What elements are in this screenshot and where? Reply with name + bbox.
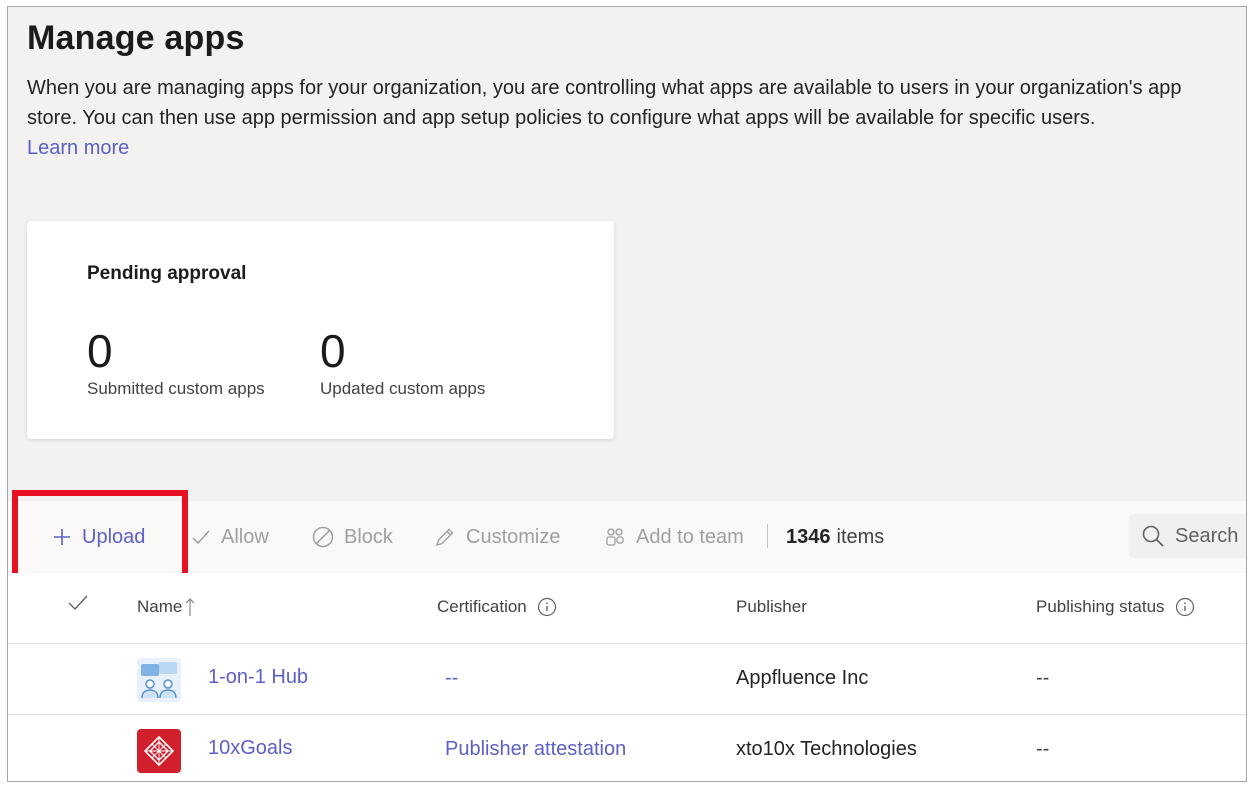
pencil-icon	[435, 528, 454, 547]
pending-approval-card: Pending approval 0 Submitted custom apps…	[27, 221, 614, 439]
table-row[interactable]: 1-on-1 Hub -- Appfluence Inc --	[8, 644, 1246, 715]
sort-ascending-icon	[185, 598, 195, 616]
block-button[interactable]: Block	[312, 520, 393, 554]
toolbar-divider	[767, 524, 768, 548]
manage-apps-page: Manage apps When you are managing apps f…	[7, 6, 1247, 782]
search-icon	[1142, 525, 1164, 547]
column-status-label: Publishing status	[1036, 597, 1165, 616]
column-header-publishing-status[interactable]: Publishing status	[1036, 597, 1195, 617]
app-name-link[interactable]: 1-on-1 Hub	[208, 666, 308, 689]
submitted-label: Submitted custom apps	[87, 379, 265, 398]
select-all-checkbox[interactable]	[68, 595, 88, 611]
info-icon[interactable]	[537, 597, 557, 617]
people-chat-icon	[137, 658, 181, 702]
items-count-number: 1346	[786, 525, 831, 548]
updated-count: 0	[320, 325, 346, 377]
column-header-certification[interactable]: Certification	[437, 597, 557, 617]
checkmark-icon	[192, 530, 210, 545]
publisher-value: xto10x Technologies	[736, 738, 917, 760]
column-header-name[interactable]: Name	[137, 597, 195, 617]
column-publisher-label: Publisher	[736, 597, 807, 616]
pending-approval-title: Pending approval	[87, 263, 247, 284]
customize-label: Customize	[466, 525, 561, 548]
certification-value: --	[445, 667, 459, 689]
column-certification-label: Certification	[437, 597, 527, 616]
people-team-icon	[606, 528, 624, 546]
page-title: Manage apps	[27, 19, 245, 57]
items-count: 1346 items	[786, 520, 884, 554]
apps-table: Name Certification Publisher Publishing …	[8, 573, 1246, 781]
checkmark-icon	[68, 595, 88, 611]
submitted-count: 0	[87, 325, 113, 377]
certification-link[interactable]: Publisher attestation	[445, 738, 626, 761]
page-description: When you are managing apps for your orga…	[27, 77, 1182, 129]
search-box[interactable]: Search	[1129, 514, 1246, 558]
column-header-publisher[interactable]: Publisher	[736, 597, 807, 617]
customize-button[interactable]: Customize	[434, 520, 560, 554]
search-placeholder: Search	[1175, 524, 1239, 547]
apps-toolbar: Upload Allow Block Customize Add to team…	[8, 501, 1246, 573]
publisher-value: Appfluence Inc	[736, 667, 869, 689]
allow-label: Allow	[221, 525, 269, 548]
table-row[interactable]: 10xGoals Publisher attestation xto10x Te…	[8, 715, 1246, 781]
allow-button[interactable]: Allow	[191, 520, 269, 554]
red-diamond-logo-icon	[137, 729, 181, 773]
info-icon[interactable]	[1175, 597, 1195, 617]
updated-custom-apps-stat: 0 Updated custom apps	[320, 325, 485, 399]
app-name-link[interactable]: 10xGoals	[208, 737, 293, 760]
column-name-label: Name	[137, 597, 183, 616]
block-label: Block	[344, 525, 393, 548]
publishing-status-value: --	[1036, 738, 1050, 760]
publishing-status-value: --	[1036, 667, 1050, 689]
learn-more-link[interactable]: Learn more	[27, 133, 129, 163]
add-to-team-button[interactable]: Add to team	[604, 520, 744, 554]
submitted-custom-apps-stat: 0 Submitted custom apps	[87, 325, 265, 399]
block-icon	[312, 526, 334, 548]
add-to-team-label: Add to team	[636, 525, 744, 548]
items-count-suffix: items	[836, 525, 885, 548]
updated-label: Updated custom apps	[320, 379, 486, 398]
table-header: Name Certification Publisher Publishing …	[8, 573, 1246, 644]
